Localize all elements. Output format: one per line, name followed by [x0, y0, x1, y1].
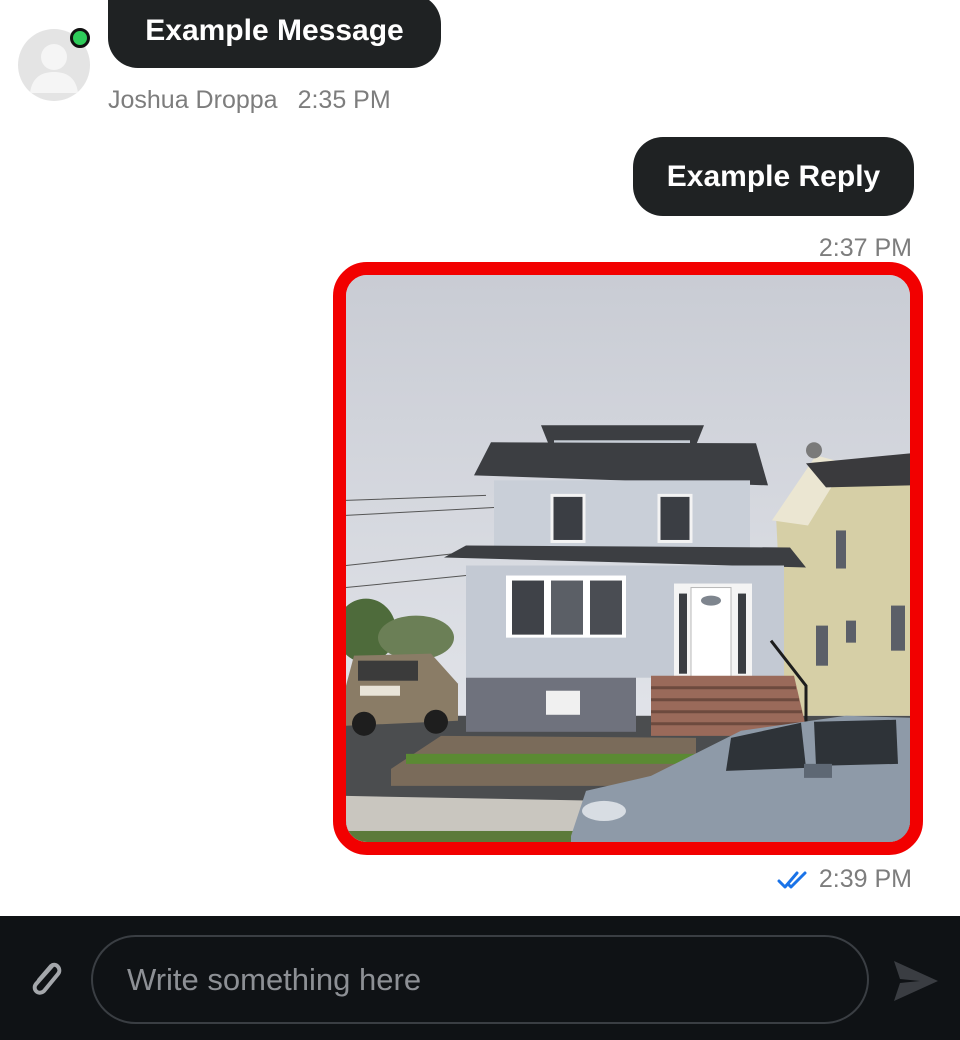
sender-name: Joshua Droppa: [108, 86, 278, 114]
send-icon[interactable]: [890, 955, 942, 1007]
incoming-message-bubble[interactable]: Example Message: [108, 0, 441, 68]
paperclip-icon[interactable]: [22, 954, 70, 1002]
chat-thread: Example Message Joshua Droppa 2:35 PM Ex…: [0, 0, 960, 916]
message-input[interactable]: [93, 937, 867, 1022]
message-time: 2:39 PM: [818, 865, 912, 893]
message-input-field[interactable]: [91, 935, 869, 1024]
message-meta: 2:37 PM: [819, 234, 912, 263]
double-check-icon: [777, 871, 807, 888]
house-photo: [346, 275, 910, 842]
online-status-indicator: [70, 28, 90, 48]
message-time: 2:37 PM: [818, 234, 912, 262]
outgoing-message-bubble[interactable]: Example Reply: [633, 137, 914, 216]
message-meta: Joshua Droppa 2:35 PM: [108, 86, 391, 115]
message-text: Example Reply: [666, 159, 881, 193]
message-meta: 2:39 PM: [777, 865, 912, 894]
message-text: Example Message: [145, 14, 404, 47]
image-message[interactable]: [333, 262, 923, 855]
message-time: 2:35 PM: [297, 86, 391, 114]
